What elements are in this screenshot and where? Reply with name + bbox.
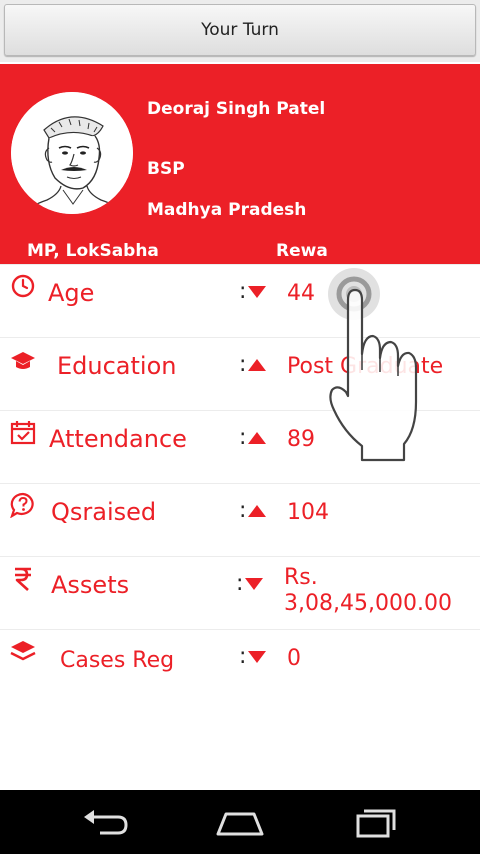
stat-label: Age <box>48 279 95 307</box>
rupee-icon <box>15 567 31 591</box>
stat-value: 89 <box>287 427 315 452</box>
down-arrow-icon <box>248 651 266 663</box>
stat-row-assets[interactable]: Assets : Rs. 3,08,45,000.00 <box>0 556 480 629</box>
question-bubble-icon <box>10 492 34 518</box>
stat-value: Rs. 3,08,45,000.00 <box>284 565 452 616</box>
party-label: BSP <box>147 159 185 179</box>
calendar-check-icon <box>10 421 36 445</box>
member-name: Deoraj Singh Patel <box>147 99 326 119</box>
stat-row-age[interactable]: Age : 44 <box>0 264 480 337</box>
stat-label: Education <box>57 352 177 380</box>
recents-icon[interactable] <box>346 804 402 840</box>
top-bar: Your Turn <box>0 0 480 62</box>
system-nav-bar <box>0 790 480 854</box>
layers-icon <box>10 641 36 661</box>
up-arrow-icon <box>248 432 266 444</box>
stat-row-qsraised[interactable]: Qsraised : 104 <box>0 483 480 556</box>
your-turn-button[interactable]: Your Turn <box>4 4 476 56</box>
back-icon[interactable] <box>78 804 134 840</box>
stat-value: Post Graduate <box>287 354 444 379</box>
home-icon[interactable] <box>212 804 268 840</box>
house-label: MP, LokSabha <box>27 241 159 261</box>
stat-row-attendance[interactable]: Attendance : 89 <box>0 410 480 483</box>
up-arrow-icon <box>248 359 266 371</box>
stat-row-cases-reg[interactable]: Cases Reg : 0 <box>0 629 480 702</box>
stat-label: Assets <box>51 571 130 599</box>
profile-header: Deoraj Singh Patel BSP Madhya Pradesh MP… <box>0 64 480 264</box>
stat-row-education[interactable]: Education : Post Graduate <box>0 337 480 410</box>
stat-value: 104 <box>287 500 329 525</box>
stat-value: 0 <box>287 646 301 671</box>
avatar <box>11 92 133 214</box>
constituency-label: Rewa <box>276 241 328 261</box>
down-arrow-icon <box>248 286 266 298</box>
down-arrow-icon <box>245 578 263 590</box>
state-label: Madhya Pradesh <box>147 200 307 220</box>
stat-label: Cases Reg <box>60 648 175 673</box>
stat-label: Qsraised <box>51 498 157 526</box>
stat-label: Attendance <box>49 425 187 453</box>
graduation-cap-icon <box>11 352 35 369</box>
clock-icon <box>11 274 35 298</box>
politician-portrait-sketch <box>11 92 133 214</box>
up-arrow-icon <box>248 505 266 517</box>
stat-value: 44 <box>287 281 315 306</box>
